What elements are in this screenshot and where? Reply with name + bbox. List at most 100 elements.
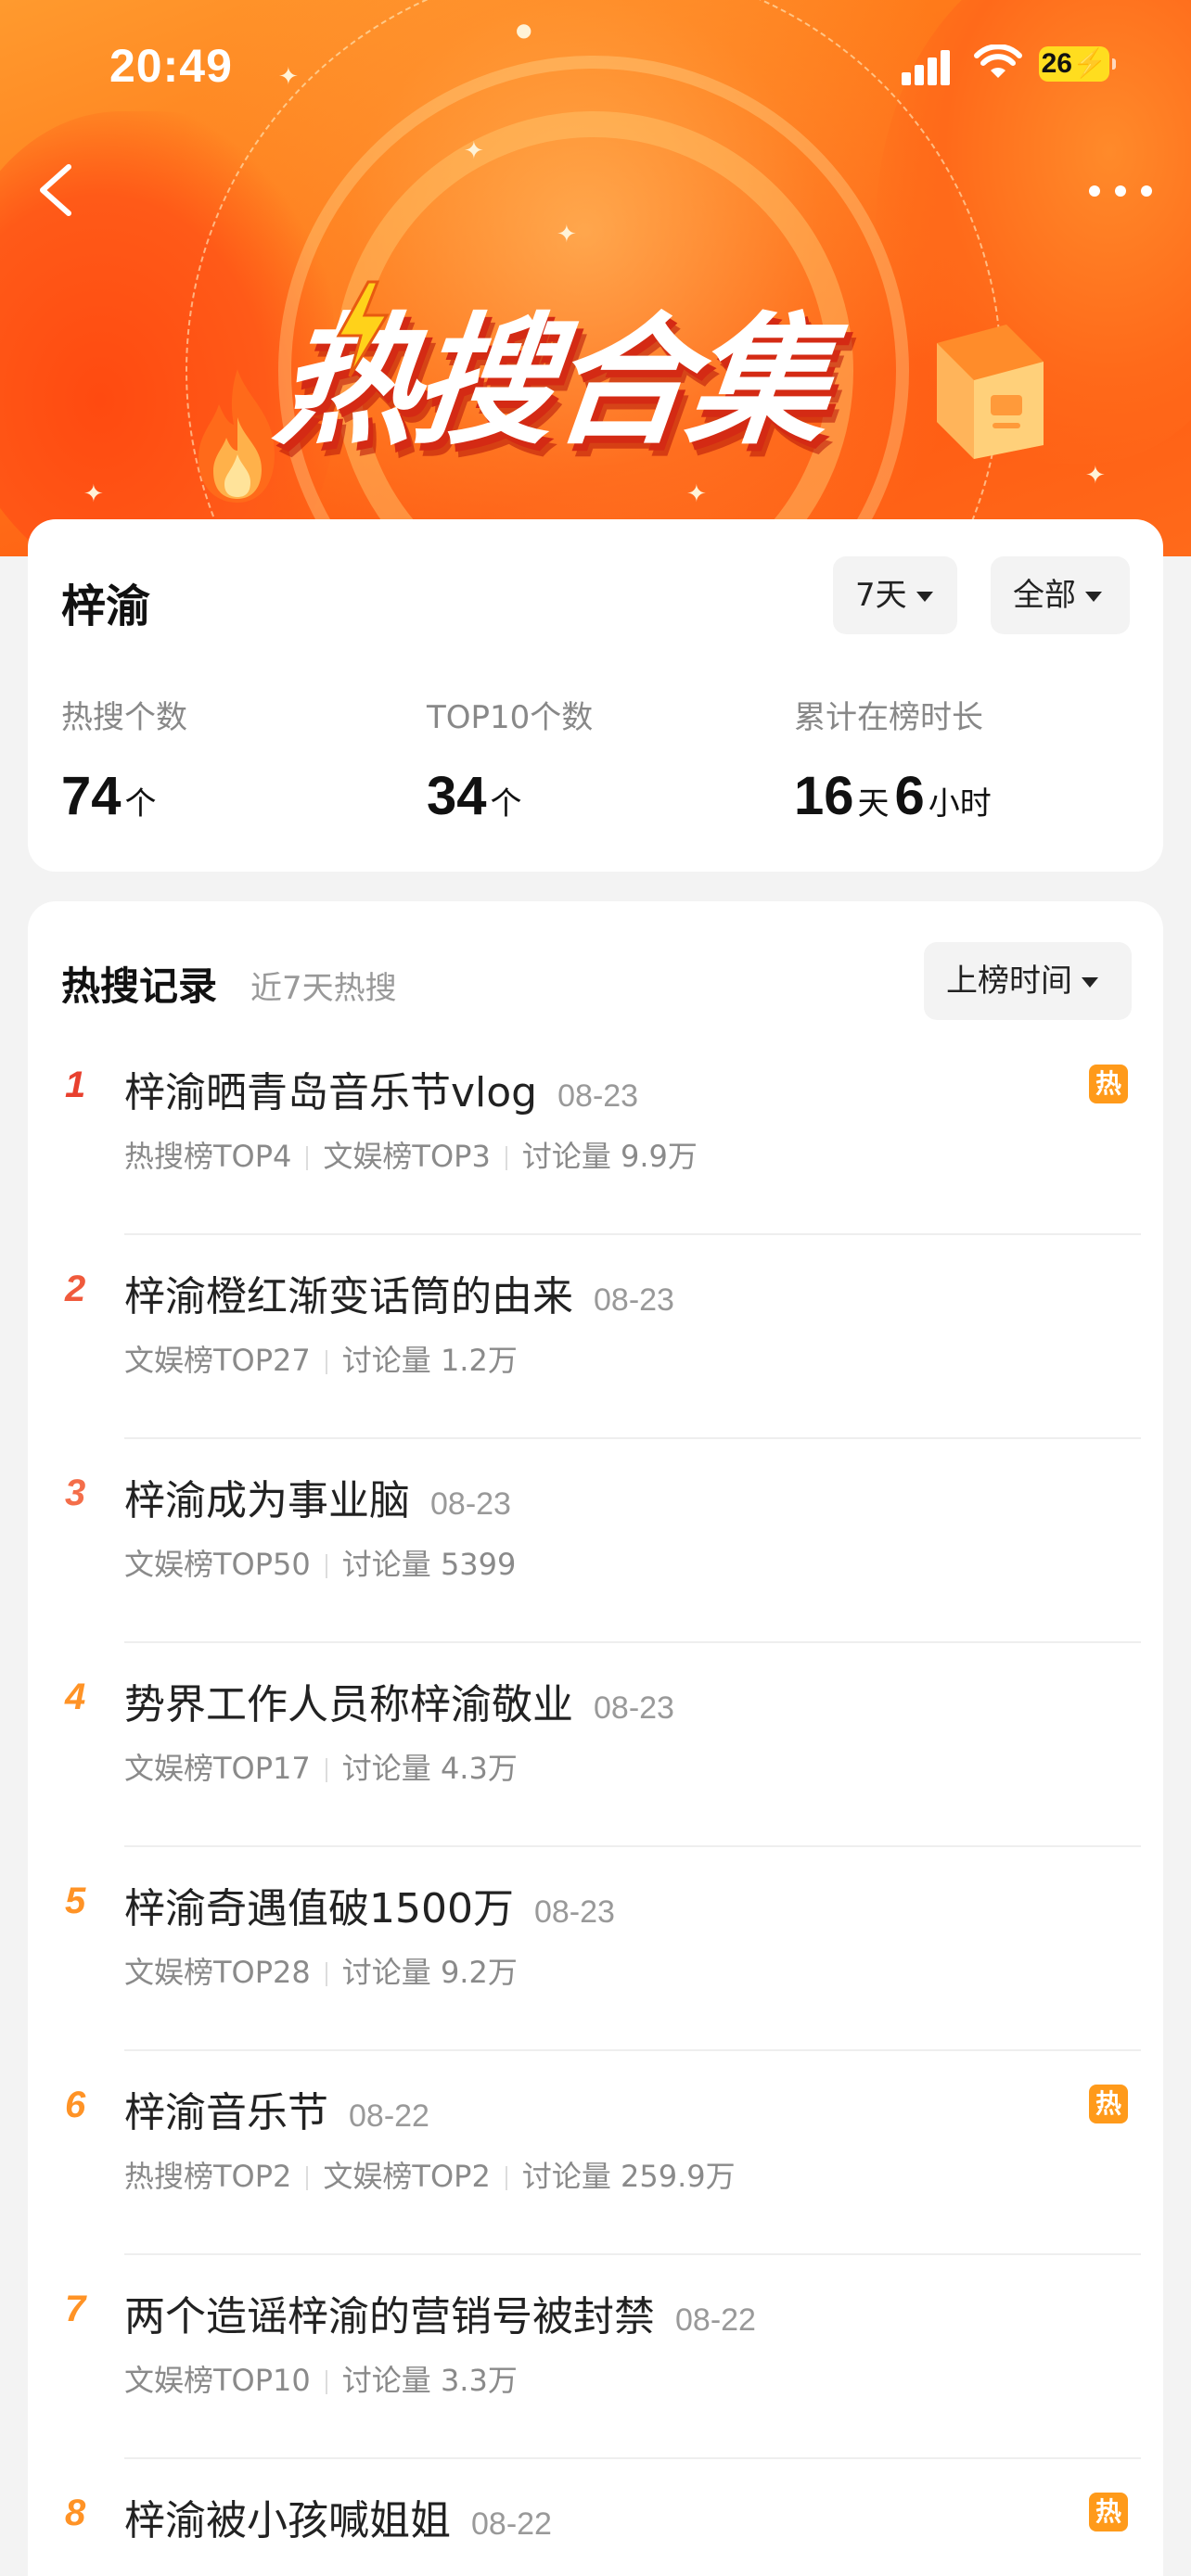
- meta-tag: 讨论量 259.9万: [521, 2159, 736, 2194]
- stat-value: 34: [427, 766, 487, 826]
- item-title-row: 梓渝音乐节 08-22: [124, 2079, 429, 2138]
- item-date: 08-23: [557, 1078, 639, 1114]
- stat-days-value: 16: [794, 766, 854, 826]
- lightning-icon: [336, 280, 390, 377]
- records-title: 热搜记录: [61, 963, 218, 1009]
- meta-tag: 文娱榜TOP17: [124, 1751, 311, 1786]
- item-meta: 文娱榜TOP27 讨论量 1.2万: [124, 1337, 518, 1380]
- item-date: 08-23: [430, 1486, 511, 1522]
- back-button[interactable]: [28, 158, 83, 223]
- meta-tag: 讨论量 9.9万: [521, 1139, 698, 1174]
- rank-number: 4: [65, 1677, 86, 1717]
- more-dot-icon: [1141, 185, 1152, 197]
- item-date: 08-22: [675, 2302, 756, 2338]
- stat-total-duration: 累计在榜时长 16 天 6 小时: [794, 692, 997, 827]
- more-button[interactable]: [1080, 167, 1163, 213]
- battery-indicator: 26⚡: [1039, 46, 1116, 82]
- item-title: 两个造谣梓渝的营销号被封禁: [124, 2293, 655, 2340]
- meta-separator: [306, 1146, 309, 1170]
- item-title-row: 梓渝被小孩喊姐姐 08-22: [124, 2487, 552, 2546]
- rank-number: 1: [65, 1065, 86, 1105]
- meta-tag: 文娱榜TOP10: [124, 2363, 311, 2398]
- meta-tag: 讨论量 5399: [341, 1547, 517, 1582]
- item-meta: 热搜榜TOP2 文娱榜TOP2 讨论量 259.9万: [124, 2153, 736, 2196]
- meta-tag: 讨论量 4.3万: [341, 1751, 518, 1786]
- chevron-left-icon: [40, 164, 71, 216]
- caret-down-icon: [1085, 592, 1102, 602]
- stat-label: 累计在榜时长: [794, 699, 983, 736]
- item-title: 梓渝奇遇值破1500万: [124, 1885, 514, 1932]
- item-title-row: 两个造谣梓渝的营销号被封禁 08-22: [124, 2283, 756, 2342]
- stat-value: 74: [61, 766, 122, 826]
- item-title-row: 梓渝奇遇值破1500万 08-23: [124, 1875, 615, 1934]
- stat-unit: 个: [490, 785, 522, 823]
- item-date: 08-22: [349, 2098, 429, 2134]
- sort-dropdown[interactable]: 上榜时间: [924, 942, 1132, 1020]
- meta-tag: 文娱榜TOP50: [124, 1547, 311, 1582]
- person-name: 梓渝: [59, 580, 153, 634]
- meta-separator: [325, 1758, 327, 1782]
- item-meta: 文娱榜TOP17 讨论量 4.3万: [124, 1745, 518, 1788]
- signal-icon: [902, 48, 957, 85]
- meta-separator: [505, 2166, 507, 2190]
- list-item[interactable]: 4 势界工作人员称梓渝敬业 08-23 文娱榜TOP17 讨论量 4.3万: [28, 1643, 1163, 1847]
- item-title: 势界工作人员称梓渝敬业: [124, 1681, 573, 1728]
- rank-number: 2: [65, 1269, 86, 1309]
- rank-number: 3: [65, 1473, 86, 1513]
- item-date: 08-22: [471, 2506, 552, 2542]
- folder-icon: [937, 325, 1044, 459]
- stat-unit: 小时: [928, 785, 992, 823]
- sparkle-icon: ✦: [1085, 462, 1106, 490]
- rank-number: 5: [65, 1881, 86, 1921]
- item-date: 08-23: [594, 1690, 674, 1726]
- item-meta: 文娱榜TOP10 讨论量 3.3万: [124, 2357, 518, 2400]
- meta-separator: [325, 1554, 327, 1578]
- stat-unit: 个: [124, 785, 157, 823]
- item-date: 08-23: [594, 1282, 674, 1318]
- meta-tag: 文娱榜TOP2: [323, 2159, 491, 2194]
- stat-hours-value: 6: [894, 766, 925, 826]
- meta-separator: [325, 2370, 327, 2394]
- item-date: 08-23: [533, 1894, 615, 1930]
- summary-card: 梓渝 7天 全部 热搜个数 74 个 TOP10个数 34 个 累计在榜时长 16 天…: [28, 519, 1163, 872]
- meta-tag: 讨论量 1.2万: [341, 1343, 518, 1378]
- stat-hot-count: 热搜个数 74 个: [61, 692, 187, 827]
- item-title-row: 梓渝成为事业脑 08-23: [124, 1467, 511, 1526]
- more-dot-icon: [1115, 185, 1126, 197]
- meta-tag: 讨论量 3.3万: [341, 2363, 518, 2398]
- meta-tag: 文娱榜TOP28: [124, 1955, 311, 1990]
- stat-label: 热搜个数: [61, 699, 187, 736]
- meta-tag: 讨论量 9.2万: [341, 1955, 518, 1990]
- meta-tag: 热搜榜TOP2: [124, 2159, 292, 2194]
- item-meta: 热搜榜TOP4 文娱榜TOP3 讨论量 9.9万: [124, 1133, 698, 1176]
- list-item[interactable]: 5 梓渝奇遇值破1500万 08-23 文娱榜TOP28 讨论量 9.2万: [28, 1847, 1163, 2051]
- list-item[interactable]: 8 梓渝被小孩喊姐姐 08-22 热: [28, 2459, 1163, 2576]
- hot-badge: 热: [1089, 1065, 1128, 1103]
- item-title-row: 梓渝晒青岛音乐节vlog 08-23: [124, 1059, 638, 1118]
- caret-down-icon: [916, 592, 933, 602]
- meta-separator: [325, 1350, 327, 1374]
- more-dot-icon: [1089, 185, 1100, 197]
- meta-separator: [505, 1146, 507, 1170]
- records-subtitle: 近7天热搜: [250, 970, 397, 1007]
- meta-tag: 文娱榜TOP27: [124, 1343, 311, 1378]
- rank-number: 8: [65, 2493, 86, 2533]
- status-time: 20:49: [109, 40, 233, 92]
- records-card: 热搜记录 近7天热搜 上榜时间 1 梓渝晒青岛音乐节vlog 08-23 热搜榜TOP…: [28, 901, 1163, 2576]
- scope-filter-dropdown[interactable]: 全部: [991, 556, 1130, 634]
- rank-number: 7: [65, 2289, 86, 2329]
- days-filter-dropdown[interactable]: 7天: [833, 556, 957, 634]
- item-title-row: 势界工作人员称梓渝敬业 08-23: [124, 1671, 674, 1730]
- list-item[interactable]: 6 梓渝音乐节 08-22 热搜榜TOP2 文娱榜TOP2 讨论量 259.9万 热: [28, 2051, 1163, 2255]
- status-bar: 20:49 26⚡: [0, 0, 1191, 130]
- item-title: 梓渝被小孩喊姐姐: [124, 2497, 451, 2544]
- stat-unit: 天: [857, 785, 890, 823]
- list-item[interactable]: 3 梓渝成为事业脑 08-23 文娱榜TOP50 讨论量 5399: [28, 1439, 1163, 1643]
- list-item[interactable]: 2 梓渝橙红渐变话筒的由来 08-23 文娱榜TOP27 讨论量 1.2万: [28, 1235, 1163, 1439]
- meta-separator: [306, 2166, 309, 2190]
- list-item[interactable]: 1 梓渝晒青岛音乐节vlog 08-23 热搜榜TOP4 文娱榜TOP3 讨论量 9.9万…: [28, 1031, 1163, 1235]
- hot-badge: 热: [1089, 2085, 1128, 2123]
- item-title: 梓渝晒青岛音乐节vlog: [124, 1069, 538, 1116]
- list-item[interactable]: 7 两个造谣梓渝的营销号被封禁 08-22 文娱榜TOP10 讨论量 3.3万: [28, 2255, 1163, 2459]
- meta-separator: [325, 1962, 327, 1986]
